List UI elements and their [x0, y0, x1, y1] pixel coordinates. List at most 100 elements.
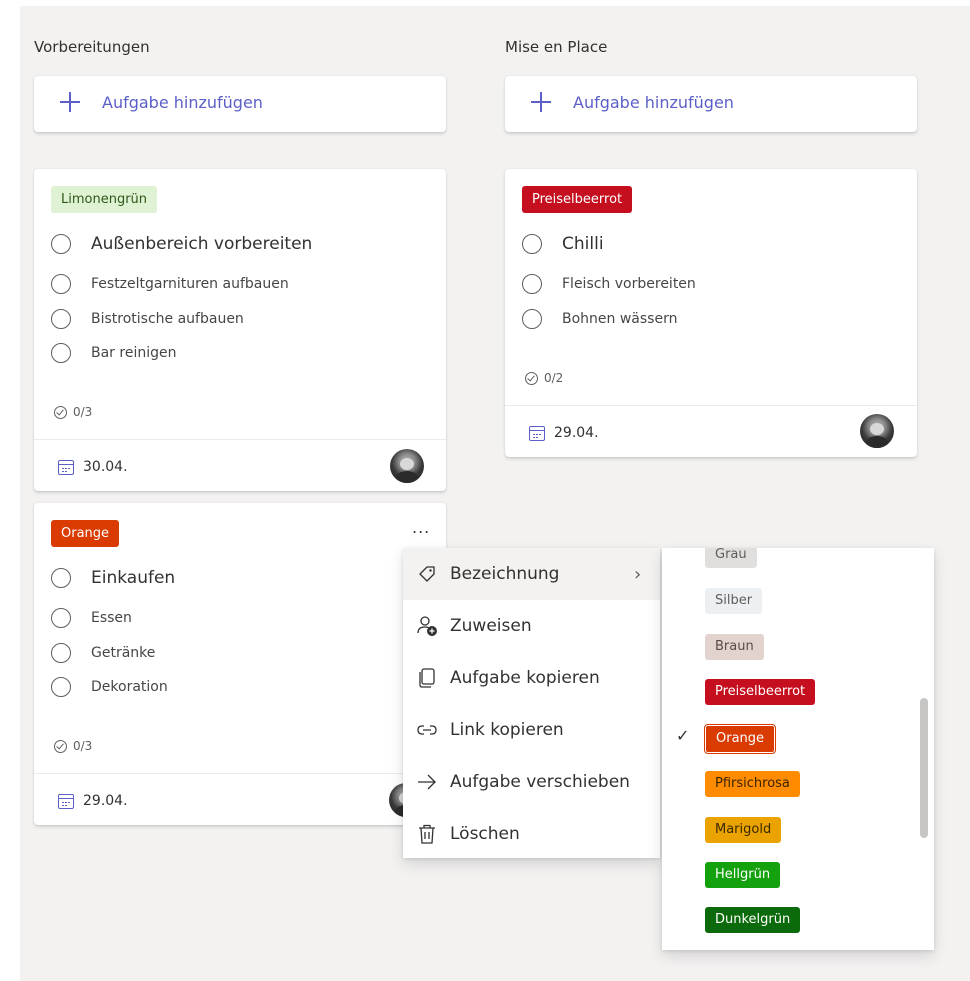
checklist-circle-icon[interactable] [51, 309, 71, 329]
chevron-right-icon: › [634, 563, 642, 585]
label-option-braun[interactable]: Braun [705, 634, 764, 660]
task-title-row[interactable]: Außenbereich vorbereiten [51, 234, 312, 254]
more-options-icon[interactable]: ... [412, 518, 430, 537]
checklist-item[interactable]: Bar reinigen [51, 343, 176, 363]
task-title: Chilli [562, 234, 604, 254]
checklist-item[interactable]: Bohnen wässern [522, 309, 677, 329]
menu-item-link-kopieren[interactable]: Link kopieren [403, 704, 660, 756]
add-task-button-mise-en-place[interactable]: Aufgabe hinzufügen [505, 76, 917, 132]
label-badge: Limonengrün [51, 186, 158, 213]
checklist-item[interactable]: Getränke [51, 643, 155, 663]
plus-icon [531, 92, 551, 112]
checklist-item-text: Bar reinigen [91, 345, 177, 361]
menu-item-label: Zuweisen [450, 616, 532, 636]
checklist-progress: 0/2 [525, 371, 563, 385]
column-title-mise-en-place: Mise en Place [505, 38, 608, 56]
menu-item-bezeichnung[interactable]: Bezeichnung › [403, 548, 660, 600]
task-card-chilli[interactable]: Preiselbeerrot Chilli Fleisch vorbereite… [505, 169, 917, 457]
task-title-row[interactable]: Einkaufen [51, 568, 175, 588]
divider [34, 773, 446, 774]
task-context-menu: Bezeichnung › Zuweisen Aufgabe kopieren … [403, 548, 660, 858]
checklist-circle-icon[interactable] [51, 643, 71, 663]
task-title-row[interactable]: Chilli [522, 234, 604, 254]
add-task-button-vorbereitungen[interactable]: Aufgabe hinzufügen [34, 76, 446, 132]
complete-checkbox-icon[interactable] [51, 568, 71, 588]
progress-text: 0/3 [73, 405, 93, 419]
due-date[interactable]: 29.04. [529, 425, 599, 441]
task-title: Einkaufen [91, 568, 176, 588]
trash-icon [416, 823, 438, 845]
due-date[interactable]: 29.04. [58, 793, 128, 809]
checklist-item[interactable]: Essen [51, 608, 132, 628]
checklist-item[interactable]: Dekoration [51, 677, 168, 697]
label-option-preiselbeerrot[interactable]: Preiselbeerrot [705, 679, 816, 705]
checklist-circle-icon[interactable] [522, 274, 542, 294]
label-option-dunkelgruen[interactable]: Dunkelgrün [705, 907, 801, 933]
menu-item-label: Bezeichnung [450, 564, 560, 584]
copy-icon [416, 667, 438, 689]
menu-item-zuweisen[interactable]: Zuweisen [403, 600, 660, 652]
due-date-text: 29.04. [83, 793, 128, 809]
menu-item-loeschen[interactable]: Löschen [403, 808, 660, 860]
label-option-grau[interactable]: Grau [705, 548, 757, 568]
submenu-scrollbar[interactable] [920, 698, 928, 838]
due-date-text: 30.04. [83, 459, 128, 475]
checklist-item-text: Bohnen wässern [562, 311, 678, 327]
menu-item-label: Löschen [450, 824, 520, 844]
add-task-label: Aufgabe hinzufügen [102, 93, 263, 112]
divider [34, 439, 446, 440]
label-option-silber[interactable]: Silber [705, 588, 763, 614]
menu-item-aufgabe-verschieben[interactable]: Aufgabe verschieben [403, 756, 660, 808]
menu-item-label: Aufgabe verschieben [450, 772, 630, 792]
checklist-item-text: Fleisch vorbereiten [562, 276, 696, 292]
plus-icon [60, 92, 80, 112]
complete-checkbox-icon[interactable] [522, 234, 542, 254]
menu-item-label: Link kopieren [450, 720, 564, 740]
calendar-icon [529, 425, 545, 441]
menu-item-label: Aufgabe kopieren [450, 668, 600, 688]
task-card-einkaufen[interactable]: Orange ... Einkaufen Essen Getränke Deko… [34, 503, 446, 825]
checklist-circle-icon[interactable] [522, 309, 542, 329]
calendar-icon [58, 793, 74, 809]
menu-item-aufgabe-kopieren[interactable]: Aufgabe kopieren [403, 652, 660, 704]
due-date[interactable]: 30.04. [58, 459, 128, 475]
calendar-icon [58, 459, 74, 475]
label-badge: Orange [51, 520, 120, 547]
tag-icon [416, 563, 438, 585]
label-submenu: Grau Silber Braun Preiselbeerrot ✓ Orang… [662, 548, 934, 950]
link-icon [416, 719, 438, 741]
arrow-right-icon [416, 771, 438, 793]
checkmark-circle-icon [54, 405, 67, 419]
checklist-item[interactable]: Bistrotische aufbauen [51, 309, 244, 329]
label-option-hellgruen[interactable]: Hellgrün [705, 862, 781, 888]
complete-checkbox-icon[interactable] [51, 234, 71, 254]
column-title-vorbereitungen: Vorbereitungen [34, 38, 150, 56]
label-option-marigold[interactable]: Marigold [705, 817, 782, 843]
checklist-item[interactable]: Fleisch vorbereiten [522, 274, 696, 294]
checklist-progress: 0/3 [54, 739, 92, 753]
due-date-text: 29.04. [554, 425, 599, 441]
checklist-item-text: Essen [91, 610, 132, 626]
avatar[interactable] [390, 449, 424, 483]
checkmark-circle-icon [54, 739, 67, 753]
checklist-circle-icon[interactable] [51, 343, 71, 363]
add-task-label: Aufgabe hinzufügen [573, 93, 734, 112]
divider [505, 405, 917, 406]
person-add-icon [416, 615, 438, 637]
checklist-circle-icon[interactable] [51, 608, 71, 628]
task-title: Außenbereich vorbereiten [91, 234, 313, 254]
label-option-orange[interactable]: Orange [703, 724, 777, 754]
avatar[interactable] [860, 414, 894, 448]
checklist-circle-icon[interactable] [51, 274, 71, 294]
checklist-circle-icon[interactable] [51, 677, 71, 697]
checkmark-icon: ✓ [676, 726, 690, 745]
checklist-item-text: Getränke [91, 645, 156, 661]
label-badge: Preiselbeerrot [522, 186, 633, 213]
label-option-pfirsichrosa[interactable]: Pfirsichrosa [705, 771, 800, 797]
checkmark-circle-icon [525, 371, 538, 385]
checklist-item-text: Dekoration [91, 679, 168, 695]
task-card-aussenbereich[interactable]: Limonengrün Außenbereich vorbereiten Fes… [34, 169, 446, 491]
checklist-item[interactable]: Festzeltgarnituren aufbauen [51, 274, 289, 294]
checklist-item-text: Festzeltgarnituren aufbauen [91, 276, 289, 292]
progress-text: 0/2 [544, 371, 564, 385]
